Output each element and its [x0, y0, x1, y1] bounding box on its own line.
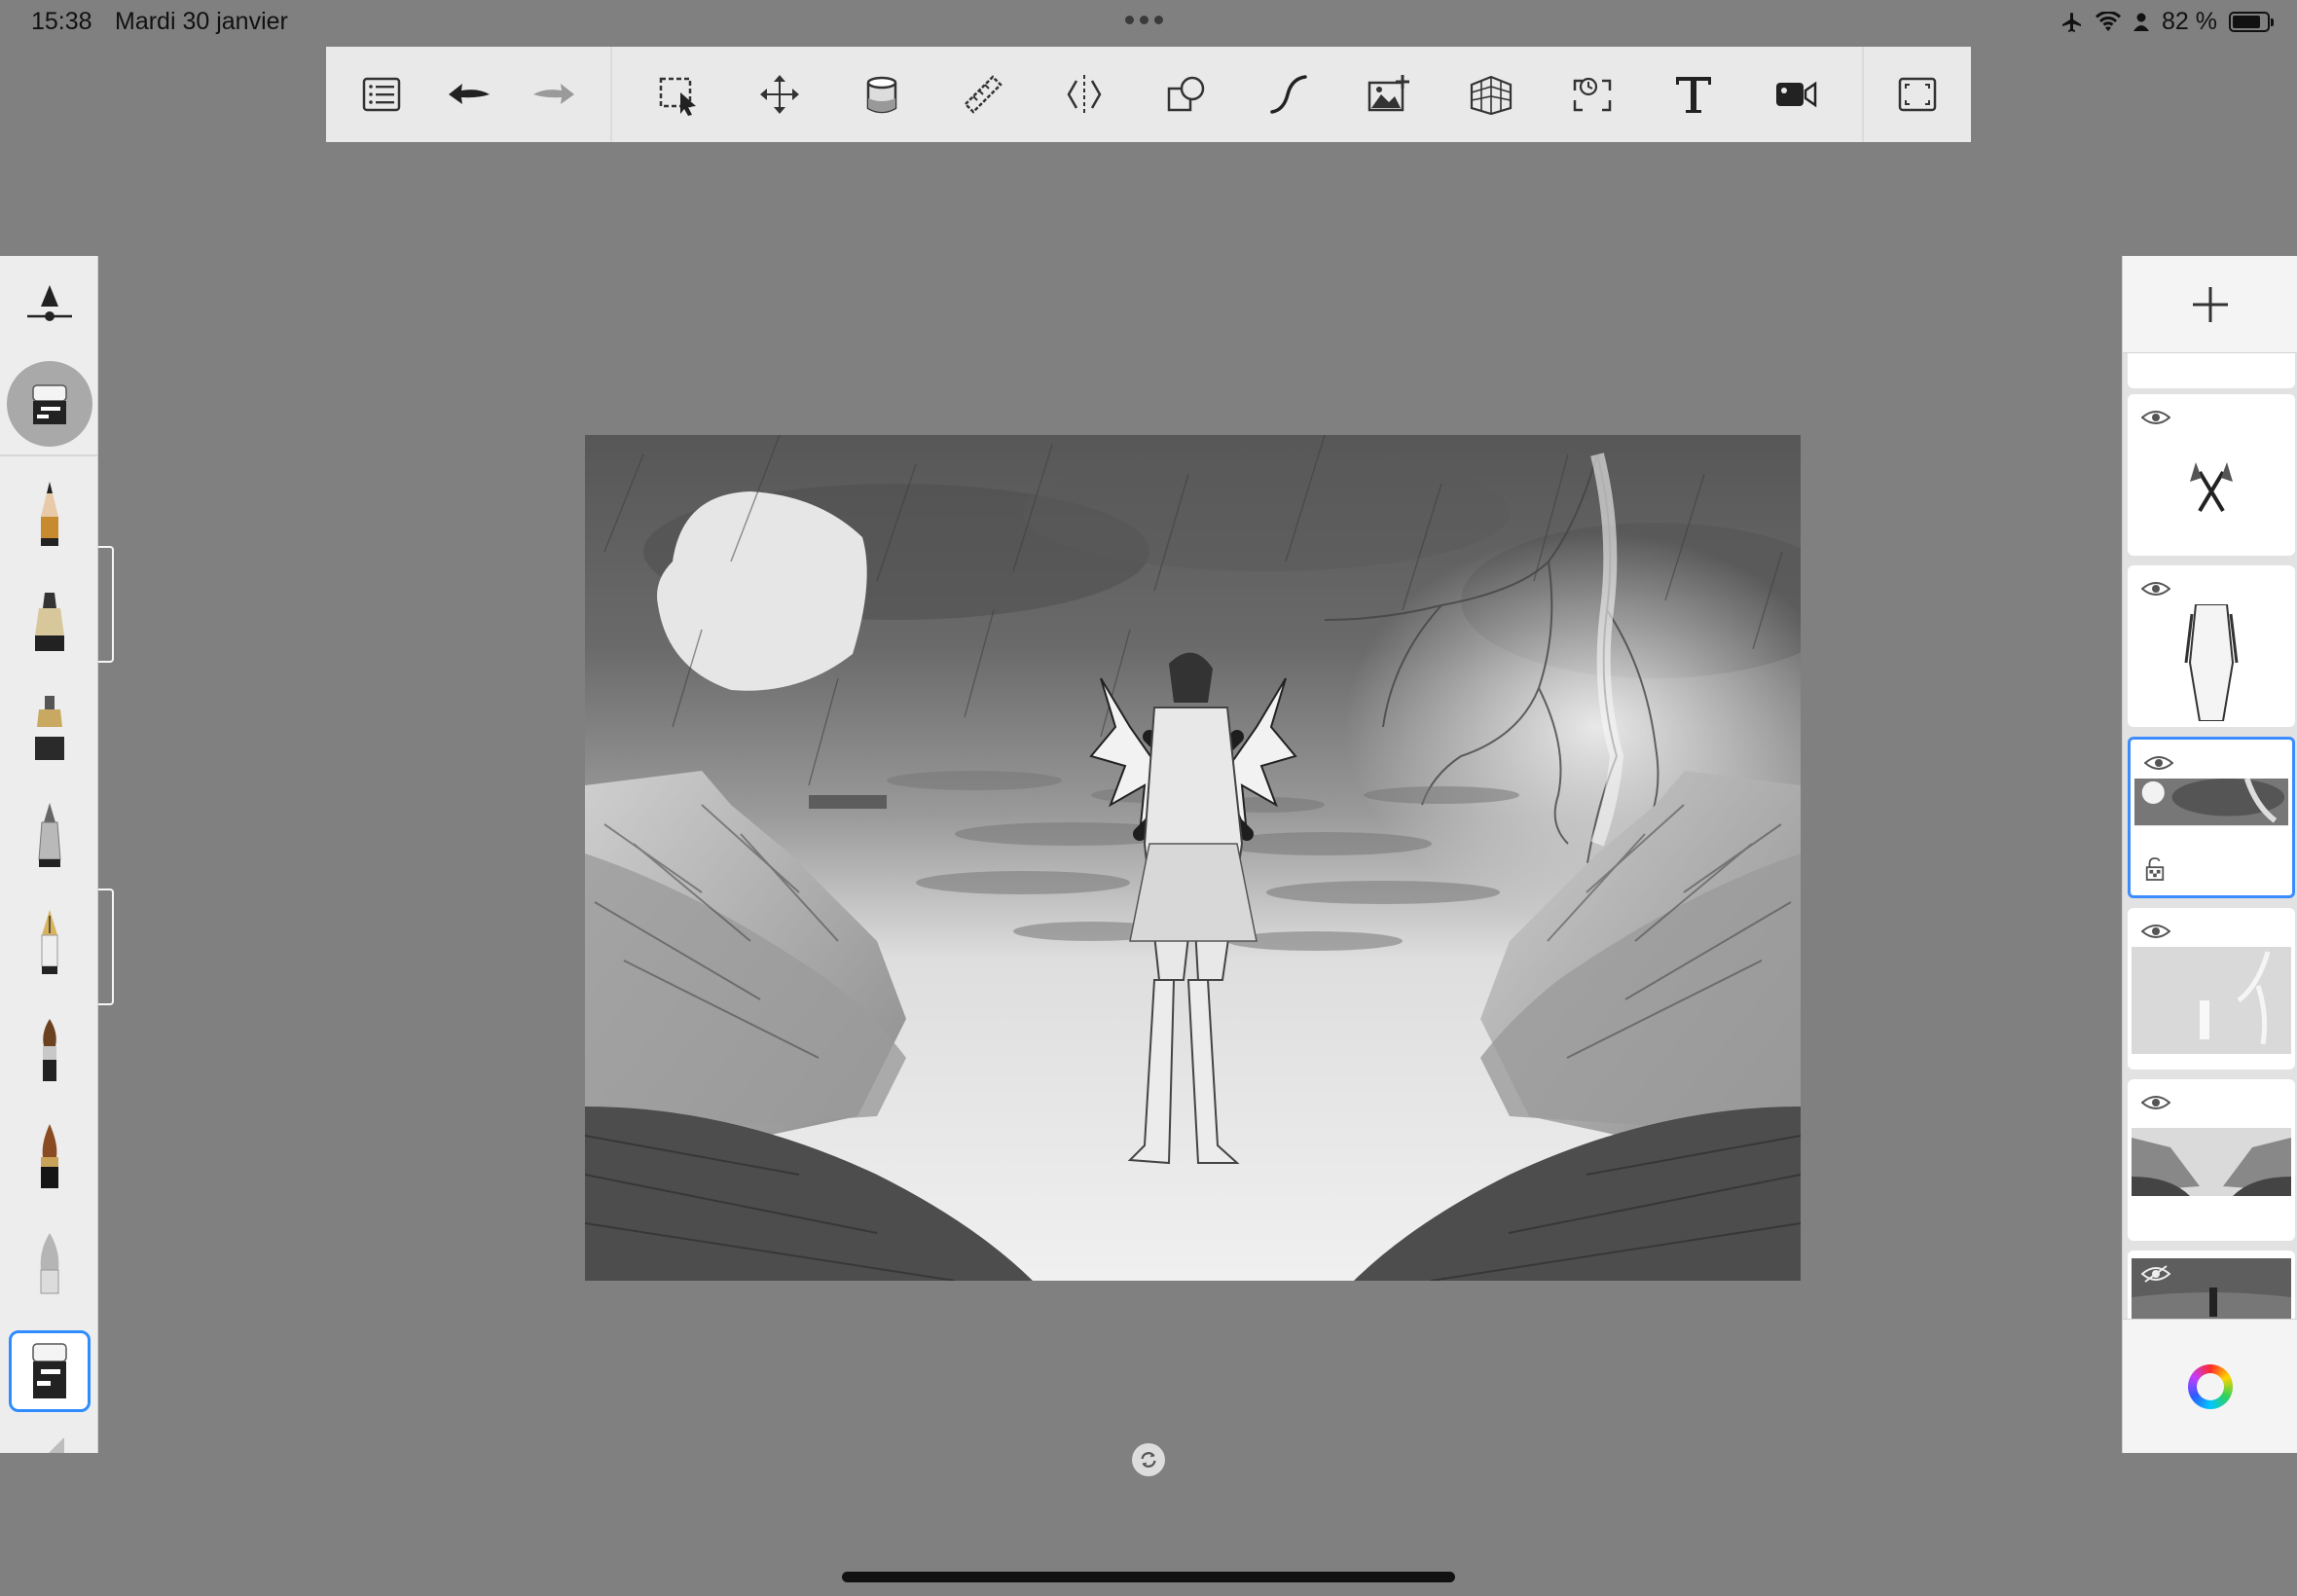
fountain-pen-brush[interactable]: [9, 902, 91, 984]
brush-palette: [0, 256, 114, 1453]
top-toolbar: [326, 47, 1971, 142]
toolbar-view-group: [1862, 47, 1971, 142]
eye-icon[interactable]: [2141, 1093, 2170, 1112]
selection-icon[interactable]: [648, 64, 709, 125]
eye-icon[interactable]: [2144, 753, 2173, 773]
layer-thumbnail: [2190, 462, 2233, 513]
pencil-brush[interactable]: [9, 474, 91, 556]
symmetry-icon[interactable]: [1054, 64, 1114, 125]
airplane-icon: [2062, 12, 2082, 32]
eye-icon[interactable]: [2141, 579, 2170, 598]
layer-lightning[interactable]: [2128, 908, 2295, 1070]
brush-panel-tab-lower[interactable]: [98, 889, 114, 1005]
brush-settings: [0, 256, 97, 456]
wifi-icon: [2096, 11, 2122, 31]
eye-icon[interactable]: [2141, 408, 2170, 427]
hard-eraser-brush[interactable]: [9, 1428, 91, 1453]
toolbar-tools-group: [612, 47, 1862, 142]
time-lapse-icon[interactable]: [1562, 64, 1622, 125]
multitasking-dots-icon[interactable]: [1125, 16, 1163, 24]
smudge-brush[interactable]: [9, 1223, 91, 1305]
add-layer-button[interactable]: [2123, 256, 2297, 353]
lock-icon[interactable]: [2144, 856, 2166, 882]
video-icon[interactable]: [1766, 64, 1826, 125]
battery-icon: [2229, 12, 2274, 32]
layers-list: [2123, 353, 2297, 1319]
status-time: 15:38: [31, 8, 92, 35]
brush-panel-tab-upper[interactable]: [98, 546, 114, 663]
fullscreen-icon[interactable]: [1887, 64, 1948, 125]
transform-icon[interactable]: [749, 64, 810, 125]
plus-icon: [2192, 286, 2228, 322]
undo-icon[interactable]: [438, 64, 498, 125]
import-image-icon[interactable]: [1359, 64, 1419, 125]
layer-thumbnail: [2132, 947, 2291, 1054]
fill-icon[interactable]: [852, 64, 912, 125]
shapes-icon[interactable]: [1156, 64, 1217, 125]
artwork: [585, 435, 1801, 1281]
eye-hidden-icon[interactable]: [2141, 1264, 2170, 1284]
current-brush-preview[interactable]: [7, 361, 92, 447]
redo-icon[interactable]: [525, 64, 585, 125]
status-date: Mardi 30 janvier: [115, 8, 288, 35]
home-indicator[interactable]: [842, 1572, 1455, 1582]
ballpoint-brush[interactable]: [9, 795, 91, 877]
ink-brush[interactable]: [9, 1116, 91, 1198]
layer-thumbnail: [2132, 1128, 2291, 1196]
battery-percentage: 82 %: [2162, 8, 2217, 35]
marker-brush[interactable]: [9, 581, 91, 663]
text-icon[interactable]: [1663, 64, 1724, 125]
paintbrush-brush[interactable]: [9, 1009, 91, 1091]
layer-thumbnail: [2184, 604, 2239, 721]
eye-icon[interactable]: [2141, 922, 2170, 941]
status-indicators: 82 %: [2060, 8, 2274, 36]
brush-size-slider-icon[interactable]: [23, 281, 76, 328]
list-icon[interactable]: [351, 64, 412, 125]
toolbar-history-group: [326, 47, 612, 142]
status-bar: 15:38 Mardi 30 janvier 82 %: [0, 0, 2297, 47]
person-icon: [2133, 13, 2150, 31]
airbrush-brush[interactable]: [9, 688, 91, 770]
drawing-canvas[interactable]: [585, 435, 1801, 1281]
layer-composite[interactable]: [2128, 1251, 2295, 1319]
layer-figure-sketch[interactable]: [2128, 565, 2295, 727]
layer-figure-swords[interactable]: [2128, 394, 2295, 556]
layer-sky-moon[interactable]: [2128, 737, 2295, 898]
ruler-icon[interactable]: [953, 64, 1013, 125]
layer-partial-top[interactable]: [2128, 353, 2295, 388]
stroke-icon[interactable]: [1258, 64, 1318, 125]
battery-level: [2233, 16, 2260, 28]
layers-panel: [2122, 256, 2297, 1453]
canvas-rotate-icon[interactable]: [1132, 1443, 1165, 1476]
layer-landscape[interactable]: [2128, 1079, 2295, 1241]
color-picker-button[interactable]: [2123, 1319, 2297, 1453]
perspective-icon[interactable]: [1461, 64, 1521, 125]
color-wheel-icon: [2188, 1363, 2233, 1409]
eraser-brush[interactable]: [9, 1330, 91, 1412]
